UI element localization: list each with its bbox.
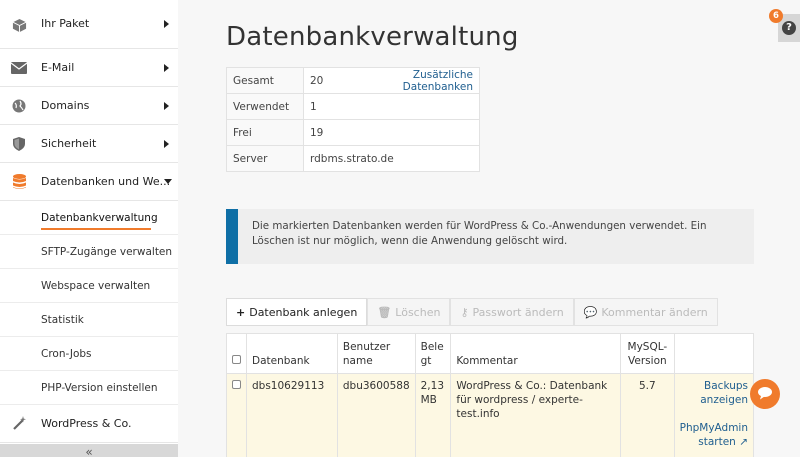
sidebar-item-ihr-paket[interactable]: Ihr Paket (0, 0, 178, 49)
summary-key: Frei (226, 119, 304, 146)
chevron-down-icon (164, 179, 172, 184)
sidebar-subitem-sftp[interactable]: SFTP-Zugänge verwalten (0, 235, 178, 269)
sidebar-subitem-cron-jobs[interactable]: Cron-Jobs (0, 337, 178, 371)
wand-icon (11, 416, 27, 432)
sidebar-item-label: E-Mail (41, 61, 75, 74)
sidebar-subitem-label: Datenbankverwaltung (41, 212, 158, 224)
additional-databases-link[interactable]: Zusätzliche Datenbanken (403, 69, 473, 93)
sidebar-subitem-statistik[interactable]: Statistik (0, 303, 178, 337)
summary-key: Verwendet (226, 93, 304, 120)
sidebar-item-wordpress[interactable]: WordPress & Co. (0, 405, 178, 443)
sidebar-subitem-label: Statistik (41, 314, 84, 326)
sidebar-subitem-label: Webspace verwalten (41, 280, 151, 292)
chat-button[interactable] (750, 379, 780, 409)
button-label: Kommentar ändern (601, 305, 708, 319)
plus-icon: + (236, 305, 246, 319)
shield-icon (11, 136, 27, 152)
table-row: dbs10629113 dbu3600588 2,13 MB WordPress… (226, 373, 755, 457)
phpmyadmin-link[interactable]: PhpMyAdmin starten ↗ (680, 422, 748, 448)
sidebar-item-sicherheit[interactable]: Sicherheit (0, 125, 178, 163)
summary-value: rdbms.strato.de (303, 145, 480, 172)
question-icon: ? (782, 21, 796, 35)
summary-value: 20 (303, 67, 349, 94)
database-summary-table: Gesamt 20 Zusätzliche Datenbanken Verwen… (226, 67, 480, 172)
chevron-right-icon (164, 139, 169, 148)
sidebar-item-label: Sicherheit (41, 137, 97, 150)
column-header-belegt[interactable]: Bele gt (414, 333, 452, 374)
package-icon (11, 17, 27, 33)
chevron-right-icon (164, 63, 169, 72)
sidebar: Ihr Paket E-Mail Domains Sicherheit Date… (0, 0, 178, 457)
sidebar-subitem-webspace[interactable]: Webspace verwalten (0, 269, 178, 303)
chevron-right-icon (164, 20, 169, 28)
column-header-actions (673, 333, 755, 374)
sidebar-subitem-label: Cron-Jobs (41, 348, 92, 360)
button-label: Löschen (395, 305, 441, 319)
summary-row: Verwendet 1 (226, 93, 480, 120)
chat-bubble-icon (757, 385, 773, 404)
button-label: Datenbank anlegen (249, 305, 358, 319)
row-select-cell (226, 373, 247, 457)
cell-benutzername: dbu3600588 (336, 373, 416, 457)
sidebar-item-label: Ihr Paket (41, 17, 90, 30)
mail-icon (11, 60, 27, 76)
column-header-mysql-version[interactable]: MySQL-Version (620, 333, 675, 374)
phpmyadmin-label: PhpMyAdmin starten (679, 422, 748, 448)
database-table: Datenbank Benutzer name Bele gt Kommenta… (226, 333, 755, 457)
delete-button[interactable]: 🗑 Löschen (367, 298, 451, 326)
column-header-benutzername[interactable]: Benutzer name (336, 333, 416, 374)
change-comment-button[interactable]: 💬 Kommentar ändern (573, 298, 718, 326)
cell-mysql-version: 5.7 (620, 373, 675, 457)
sidebar-item-datenbanken[interactable]: Datenbanken und We... (0, 163, 178, 201)
change-password-button[interactable]: ⚷ Passwort ändern (450, 298, 574, 326)
cell-belegt: 2,13 MB (414, 373, 452, 457)
active-indicator (41, 228, 151, 230)
summary-key: Server (226, 145, 304, 172)
table-header-row: Datenbank Benutzer name Bele gt Kommenta… (226, 333, 755, 374)
sidebar-item-label: Datenbanken und We... (41, 175, 171, 188)
comment-icon: 💬 (583, 305, 598, 319)
sidebar-item-label: WordPress & Co. (41, 417, 132, 430)
summary-value: 19 (303, 119, 480, 146)
select-all-cell (226, 333, 247, 374)
cell-kommentar: WordPress & Co.: Datenbank für wordpress… (450, 373, 622, 457)
sidebar-subitem-label: SFTP-Zugänge verwalten (41, 246, 173, 258)
external-link-icon: ↗ (739, 436, 748, 448)
chevron-right-icon (164, 101, 169, 110)
summary-row: Frei 19 (226, 119, 480, 146)
page-title: Datenbankverwaltung (226, 22, 519, 52)
cell-datenbank: dbs10629113 (246, 373, 338, 457)
info-notice: Die markierten Datenbanken werden für Wo… (226, 209, 754, 264)
sidebar-item-label: Domains (41, 99, 90, 112)
select-all-checkbox[interactable] (232, 355, 241, 364)
row-checkbox[interactable] (232, 380, 241, 389)
notification-badge: 6 (769, 9, 783, 23)
collapse-sidebar-button[interactable]: « (0, 444, 178, 457)
sidebar-item-domains[interactable]: Domains (0, 87, 178, 125)
sidebar-item-email[interactable]: E-Mail (0, 49, 178, 87)
main-content: Datenbankverwaltung Gesamt 20 Zusätzlich… (178, 0, 800, 457)
trash-icon: 🗑 (377, 305, 392, 319)
cell-actions: Backups anzeigen PhpMyAdmin starten ↗ (673, 373, 755, 457)
sidebar-subitem-label: PHP-Version einstellen (41, 382, 158, 394)
summary-value: 1 (303, 93, 480, 120)
column-header-datenbank[interactable]: Datenbank (246, 333, 338, 374)
summary-key: Gesamt (226, 67, 304, 94)
button-label: Passwort ändern (472, 305, 564, 319)
globe-icon (11, 98, 27, 114)
create-database-button[interactable]: + Datenbank anlegen (226, 298, 368, 326)
summary-row: Server rdbms.strato.de (226, 145, 480, 172)
summary-row: Gesamt 20 Zusätzliche Datenbanken (226, 67, 480, 94)
key-icon: ⚷ (460, 305, 469, 319)
sidebar-subitem-php-version[interactable]: PHP-Version einstellen (0, 371, 178, 405)
column-header-kommentar[interactable]: Kommentar (450, 333, 622, 374)
summary-extra: Zusätzliche Datenbanken (348, 67, 480, 94)
backups-link[interactable]: Backups anzeigen (700, 380, 748, 406)
toolbar: + Datenbank anlegen 🗑 Löschen ⚷ Passwort… (226, 298, 718, 326)
sidebar-subitem-datenbankverwaltung[interactable]: Datenbankverwaltung (0, 201, 178, 235)
database-icon (11, 173, 27, 190)
